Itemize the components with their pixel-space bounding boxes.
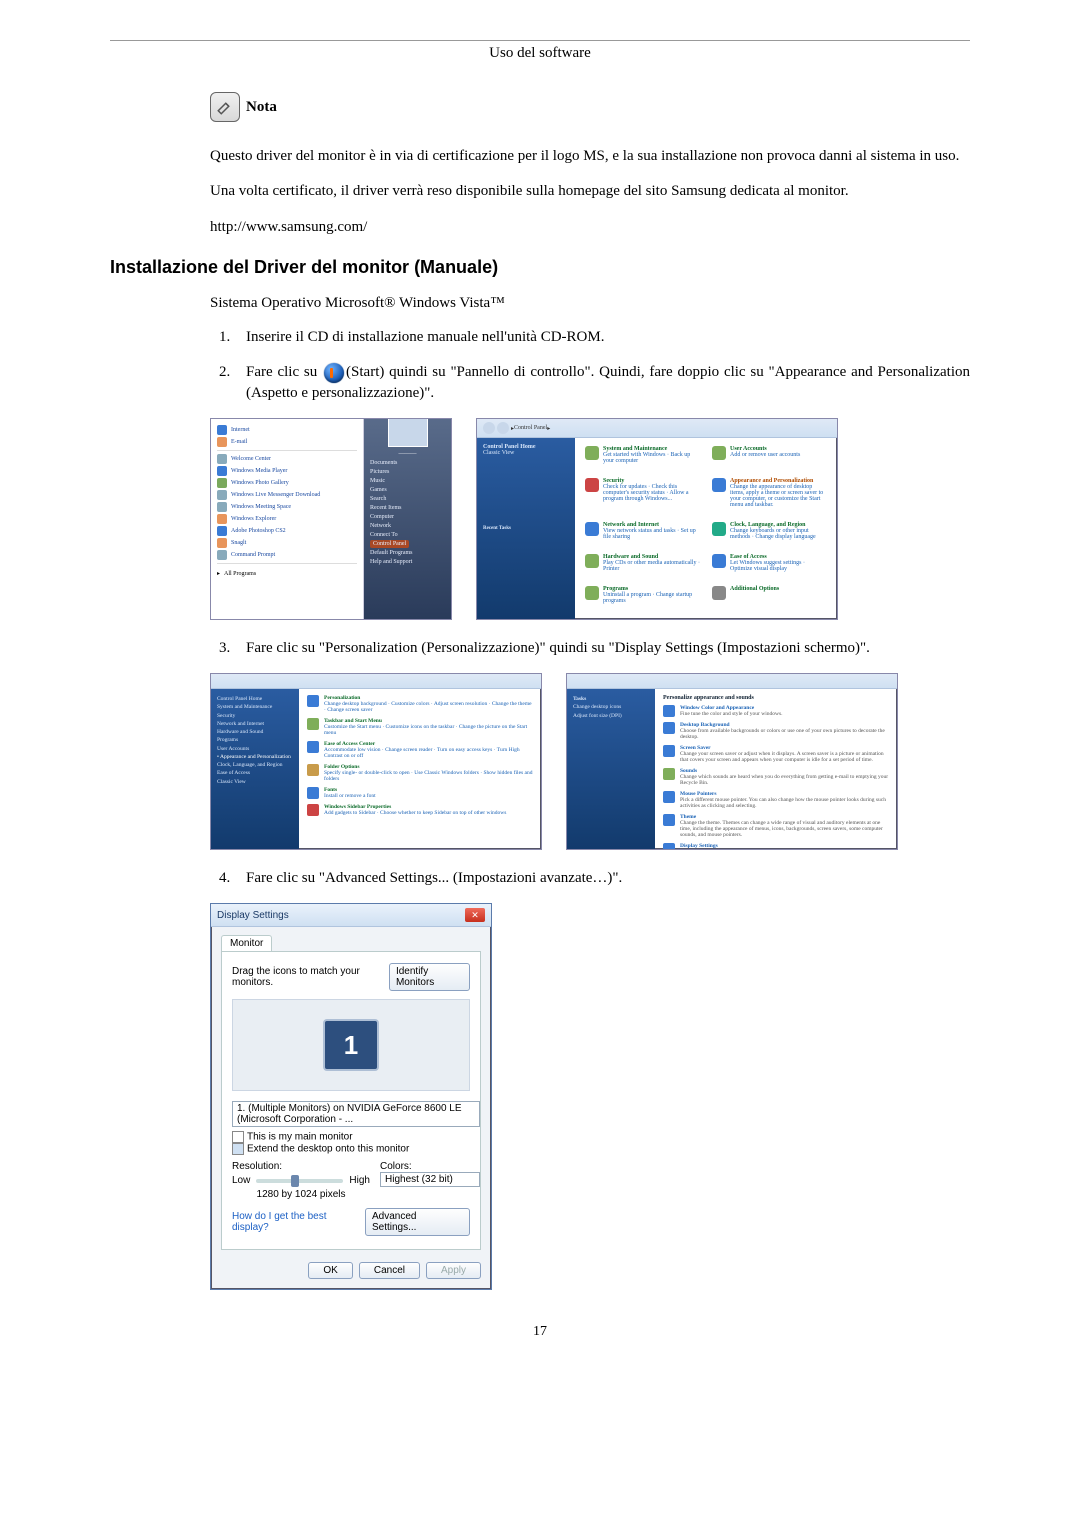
main-monitor-checkbox [232, 1131, 244, 1143]
resolution-value: 1280 by 1024 pixels [232, 1189, 370, 1200]
step-4: Fare clic su "Advanced Settings... (Impo… [234, 868, 970, 889]
figure-row-1: Internet E-mail Welcome Center Windows M… [210, 418, 970, 620]
figure-personalization: Tasks Change desktop icons Adjust font s… [566, 673, 898, 850]
advanced-settings-button: Advanced Settings... [365, 1208, 470, 1236]
start-orb-icon [324, 363, 344, 383]
monitor-preview: 1 [232, 999, 470, 1091]
figure-appearance-and-personalization: Control Panel Home System and Maintenanc… [210, 673, 542, 850]
avatar [388, 418, 428, 447]
step-2-text-b: (Start) quindi su "Pannello di controllo… [246, 364, 970, 401]
running-header: Uso del software [110, 45, 970, 62]
drag-instruction: Drag the icons to match your monitors. [232, 966, 389, 988]
note-url: http://www.samsung.com/ [210, 217, 970, 237]
figure-start-menu: Internet E-mail Welcome Center Windows M… [210, 418, 452, 620]
best-display-link: How do I get the best display? [232, 1211, 365, 1233]
startmenu-control-panel: Control Panel [370, 540, 409, 548]
note-paragraph-1: Questo driver del monitor è in via di ce… [210, 146, 970, 166]
step-2-text-a: Fare clic su [246, 364, 322, 380]
page-number: 17 [110, 1324, 970, 1340]
resolution-slider [256, 1179, 343, 1183]
figure-row-2: Control Panel Home System and Maintenanc… [210, 673, 970, 850]
note-heading: Nota [210, 92, 970, 122]
step-1: Inserire il CD di installazione manuale … [234, 327, 970, 348]
monitor-dropdown: 1. (Multiple Monitors) on NVIDIA GeForce… [232, 1101, 480, 1127]
step-2: Fare clic su (Start) quindi su "Pannello… [234, 362, 970, 404]
note-label: Nota [246, 99, 277, 116]
close-icon: ✕ [465, 908, 485, 922]
cancel-button: Cancel [359, 1262, 420, 1279]
startmenu-right-pane: ——— Documents Pictures Music Games Searc… [364, 419, 451, 619]
pencil-note-icon [210, 92, 240, 122]
identify-monitors-button: Identify Monitors [389, 963, 470, 991]
figure-control-panel: ▸ Control Panel ▸ Control Panel Home Cla… [476, 418, 838, 620]
step-3: Fare clic su "Personalization (Personali… [234, 638, 970, 659]
figure-display-settings-dialog: Display Settings ✕ Monitor Drag the icon… [210, 903, 492, 1290]
dialog-title: Display Settings [217, 910, 289, 921]
top-rule [110, 40, 970, 41]
monitor-1-icon: 1 [323, 1019, 379, 1071]
section-title: Installazione del Driver del monitor (Ma… [110, 257, 970, 278]
apply-button: Apply [426, 1262, 481, 1279]
colors-dropdown: Highest (32 bit) [380, 1172, 480, 1187]
note-paragraph-2: Una volta certificato, il driver verrà r… [210, 181, 970, 201]
monitor-tab: Monitor [221, 935, 272, 951]
startmenu-left-pane: Internet E-mail Welcome Center Windows M… [211, 419, 364, 619]
startmenu-user: ——— [370, 451, 445, 457]
ok-button: OK [308, 1262, 352, 1279]
colors-label: Colors: [380, 1161, 470, 1172]
resolution-label: Resolution: [232, 1161, 370, 1172]
extend-desktop-checkbox [232, 1143, 244, 1155]
os-line: Sistema Operativo Microsoft® Windows Vis… [210, 293, 970, 313]
